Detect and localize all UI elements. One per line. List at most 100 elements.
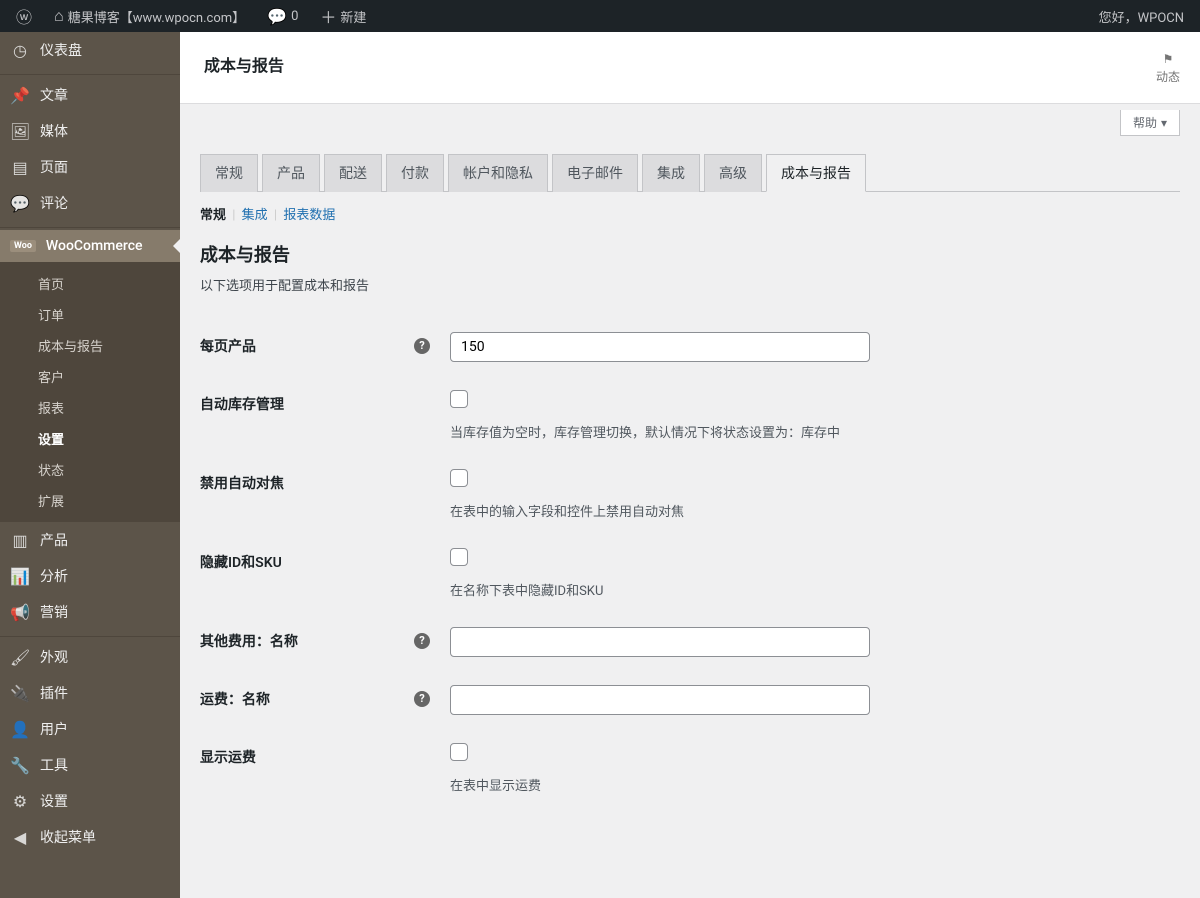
site-title-text: 糖果博客【www.wpocn.com】 [68,7,245,26]
my-account[interactable]: 您好，WPOCN [1091,0,1192,32]
sidebar-item-dashboard[interactable]: ◷ 仪表盘 [0,32,180,68]
page-title: 成本与报告 [204,52,284,76]
other-cost-name-input[interactable] [450,627,870,657]
sidebar-item-label: 用户 [40,719,68,739]
sidebar-item-woocommerce[interactable]: Woo WooCommerce [0,230,180,262]
comment-icon: 💬 [10,194,30,213]
analytics-icon: 📊 [10,567,30,586]
field-label-hide-id-sku: 隐藏ID和SKU [200,555,282,571]
admin-sidebar: ◷ 仪表盘 📌 文章 🖼媒体 ▤页面 💬 评论 Woo WooCommerce 首页 订… [0,32,180,898]
wrench-icon: 🔧 [10,756,30,775]
sidebar-item-label: 分析 [40,566,68,586]
greeting-text: 您好，WPOCN [1099,7,1184,26]
sidebar-item-label: 仪表盘 [40,40,82,60]
sidebar-item-pages[interactable]: ▤页面 [0,149,180,185]
sidebar-item-label: 收起菜单 [40,827,96,847]
new-content[interactable]: ＋新建 [312,0,374,32]
activity-panel[interactable]: ⚑ 动态 [1156,52,1180,85]
sidebar-item-label: 评论 [40,193,68,213]
subtab-general[interactable]: 常规 [200,208,226,223]
submenu-reports[interactable]: 报表 [0,392,180,423]
auto-stock-checkbox[interactable] [450,390,468,408]
tab-accounts[interactable]: 帐户和隐私 [448,154,548,192]
sidebar-item-users[interactable]: 👤 用户 [0,711,180,747]
woo-submenu: 首页 订单 成本与报告 客户 报表 设置 状态 扩展 [0,262,180,522]
submenu-settings[interactable]: 设置 [0,423,180,454]
activity-label: 动态 [1156,68,1180,85]
submenu-orders[interactable]: 订单 [0,299,180,330]
site-name[interactable]: ⌂糖果博客【www.wpocn.com】 [46,0,253,32]
submenu-customers[interactable]: 客户 [0,361,180,392]
field-label-auto-stock: 自动库存管理 [200,397,284,413]
sidebar-item-label: 工具 [40,755,68,775]
comments-link[interactable]: 💬0 [259,0,306,32]
disable-autofocus-checkbox[interactable] [450,469,468,487]
submenu-status[interactable]: 状态 [0,454,180,485]
help-icon[interactable]: ? [414,691,430,707]
sidebar-item-analytics[interactable]: 📊 分析 [0,558,180,594]
field-label-other-cost: 其他费用：名称 [200,631,298,651]
submenu-extensions[interactable]: 扩展 [0,485,180,516]
field-label-disable-autofocus: 禁用自动对焦 [200,476,284,492]
tab-shipping[interactable]: 配送 [324,154,382,192]
sidebar-item-settings[interactable]: ⚙ 设置 [0,783,180,819]
products-icon: ▥ [10,531,30,550]
sidebar-collapse[interactable]: ◀ 收起菜单 [0,819,180,855]
section-title: 成本与报告 [200,241,1180,267]
sidebar-item-appearance[interactable]: 🖌外观 [0,639,180,675]
field-desc: 当库存值为空时，库存管理切换，默认情况下将状态设置为：库存中 [450,422,1170,441]
tab-emails[interactable]: 电子邮件 [552,154,638,192]
subtab-integration[interactable]: 集成 [242,208,268,223]
submenu-home[interactable]: 首页 [0,268,180,299]
plug-icon: 🔌 [10,684,30,703]
per-page-input[interactable] [450,332,870,362]
help-icon[interactable]: ? [414,338,430,354]
field-label-show-shipping: 显示运费 [200,750,256,766]
sub-sections: 常规 | 集成 | 报表数据 [200,204,1180,223]
sidebar-item-tools[interactable]: 🔧 工具 [0,747,180,783]
woo-icon: Woo [10,240,36,252]
tab-cost-reports[interactable]: 成本与报告 [766,154,866,192]
settings-form: 每页产品? 自动库存管理 当库存值为空时，库存管理切换，默认情况下将状态设置为：… [200,318,1180,808]
sidebar-item-label: 营销 [40,602,68,622]
sidebar-item-label: WooCommerce [46,238,143,254]
field-desc: 在表中显示运费 [450,775,1170,794]
field-label-shipping-name: 运费：名称 [200,689,270,709]
hide-id-sku-checkbox[interactable] [450,548,468,566]
sidebar-item-products[interactable]: ▥ 产品 [0,522,180,558]
field-desc: 在名称下表中隐藏ID和SKU [450,580,1170,599]
show-shipping-checkbox[interactable] [450,743,468,761]
field-desc: 在表中的输入字段和控件上禁用自动对焦 [450,501,1170,520]
comments-count: 0 [291,9,298,24]
tab-products[interactable]: 产品 [262,154,320,192]
sidebar-item-label: 外观 [40,647,68,667]
wp-logo[interactable]: ⓦ [8,0,40,32]
subtab-report-data[interactable]: 报表数据 [283,208,335,223]
tab-advanced[interactable]: 高级 [704,154,762,192]
shipping-name-input[interactable] [450,685,870,715]
gear-icon: ⚙ [10,792,30,811]
admin-bar: ⓦ ⌂糖果博客【www.wpocn.com】 💬0 ＋新建 您好，WPOCN [0,0,1200,32]
flag-icon: ⚑ [1163,52,1174,66]
sidebar-item-label: 产品 [40,530,68,550]
tab-integration[interactable]: 集成 [642,154,700,192]
tab-payments[interactable]: 付款 [386,154,444,192]
collapse-icon: ◀ [10,828,30,847]
dashboard-icon: ◷ [10,41,30,60]
sidebar-item-media[interactable]: 🖼媒体 [0,113,180,149]
sidebar-item-posts[interactable]: 📌 文章 [0,77,180,113]
sidebar-item-plugins[interactable]: 🔌插件 [0,675,180,711]
settings-tabs: 常规 产品 配送 付款 帐户和隐私 电子邮件 集成 高级 成本与报告 [200,154,1180,192]
submenu-cost-reports[interactable]: 成本与报告 [0,330,180,361]
sidebar-item-comments[interactable]: 💬 评论 [0,185,180,221]
help-tab[interactable]: 帮助▾ [1120,110,1180,136]
megaphone-icon: 📢 [10,603,30,622]
sidebar-item-label: 文章 [40,85,68,105]
pin-icon: 📌 [10,86,30,105]
media-icon: 🖼 [10,122,30,141]
sidebar-item-label: 设置 [40,791,68,811]
user-icon: 👤 [10,720,30,739]
tab-general[interactable]: 常规 [200,154,258,192]
help-icon[interactable]: ? [414,633,430,649]
sidebar-item-marketing[interactable]: 📢 营销 [0,594,180,630]
